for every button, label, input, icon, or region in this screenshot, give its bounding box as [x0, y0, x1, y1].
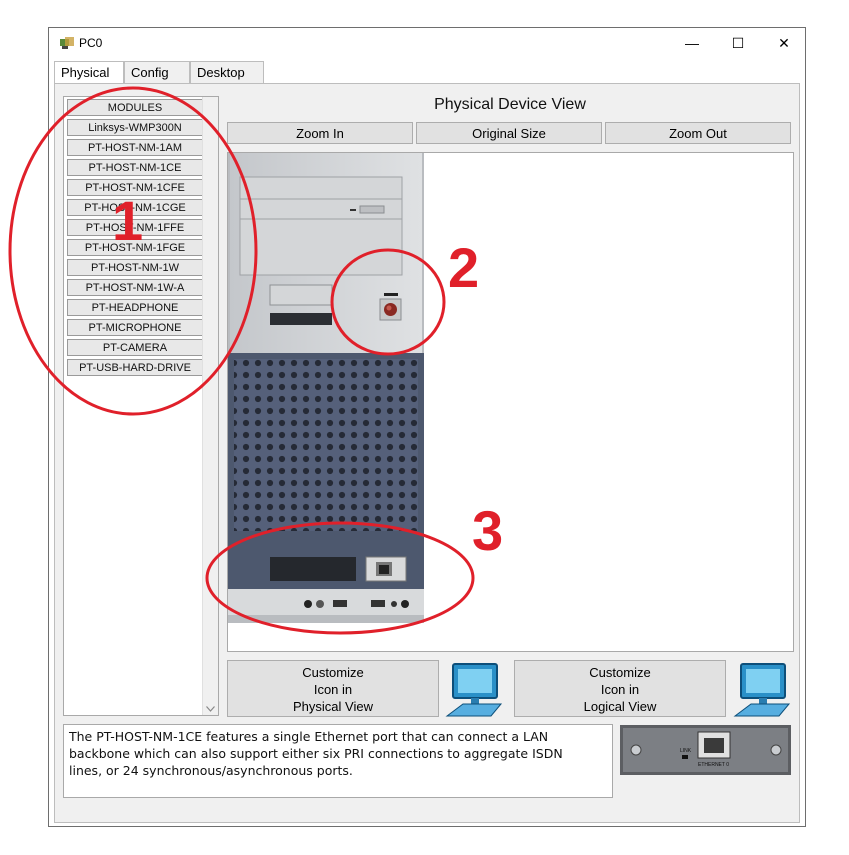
annotation-circle-3 [205, 521, 475, 635]
annotation-number-1: 1 [112, 189, 143, 252]
annotation-overlay: 1 2 3 [8, 86, 503, 635]
annotation-number-3: 3 [472, 499, 503, 562]
annotation-circle-2 [330, 248, 446, 356]
annotation-number-2: 2 [448, 236, 479, 299]
